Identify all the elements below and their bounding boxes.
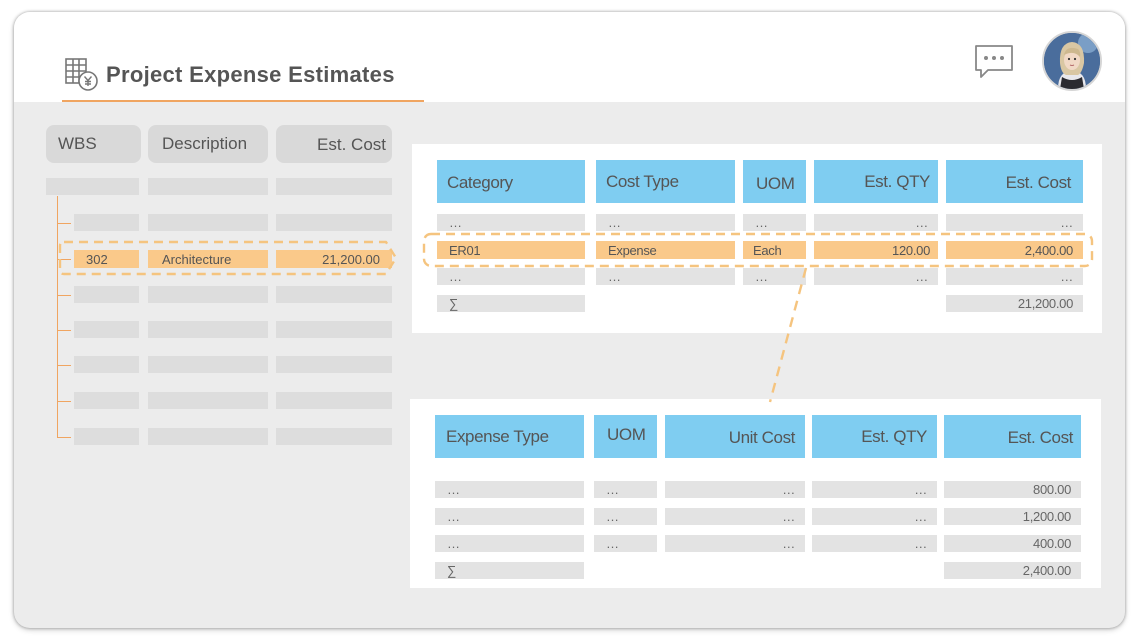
sum-icon: ∑ xyxy=(435,562,584,579)
cost-table-cell: … xyxy=(743,268,806,285)
wbs-row-cell xyxy=(276,392,392,409)
wbs-parent-cell xyxy=(46,178,139,195)
cost-table-cell: … xyxy=(437,268,585,285)
expense-table-cell: … xyxy=(594,508,657,525)
uom-column-header[interactable]: UOM xyxy=(743,160,806,203)
expense-table-cell: … xyxy=(594,535,657,552)
tree-branch xyxy=(57,223,71,224)
expense-table-cell: … xyxy=(435,535,584,552)
est-cost-column-header[interactable]: Est. Cost xyxy=(944,415,1081,458)
wbs-row-cell xyxy=(74,286,139,303)
avatar-portrait xyxy=(1044,33,1100,89)
wbs-row-cell xyxy=(74,392,139,409)
expense-table-cell: … xyxy=(812,508,937,525)
cost-table-cell: … xyxy=(596,268,735,285)
title-underline xyxy=(62,100,424,102)
selected-cost-est[interactable]: 2,400.00 xyxy=(946,241,1083,259)
est-qty-column-header[interactable]: Est. QTY xyxy=(812,415,937,458)
expense-type-column-header[interactable]: Expense Type xyxy=(435,415,584,458)
selected-cost-type[interactable]: Expense xyxy=(596,241,735,259)
wbs-row-cell xyxy=(148,356,268,373)
tree-branch xyxy=(57,295,71,296)
expense-table-cell: … xyxy=(665,508,805,525)
spreadsheet-yen-icon xyxy=(65,58,98,91)
est-cost-column-header[interactable]: Est. Cost xyxy=(946,160,1083,203)
wbs-row-cell xyxy=(276,428,392,445)
expense-total: 2,400.00 xyxy=(944,562,1081,579)
est-qty-column-header[interactable]: Est. QTY xyxy=(814,160,938,203)
wbs-row-cell xyxy=(148,286,268,303)
category-column-header[interactable]: Category xyxy=(437,160,585,203)
cost-table-cell: … xyxy=(946,268,1083,285)
wbs-parent-cell xyxy=(276,178,392,195)
selected-cost-qty[interactable]: 120.00 xyxy=(814,241,938,259)
cost-table-cell: … xyxy=(814,268,938,285)
sum-icon: ∑ xyxy=(437,295,585,312)
selected-cost-category[interactable]: ER01 xyxy=(437,241,585,259)
tree-branch xyxy=(57,330,71,331)
wbs-row-cell xyxy=(276,286,392,303)
wbs-row-cell xyxy=(148,428,268,445)
wbs-row-cell xyxy=(148,321,268,338)
expense-table-cell: 400.00 xyxy=(944,535,1081,552)
cost-table-cell: … xyxy=(743,214,806,231)
expense-table-cell: … xyxy=(435,481,584,498)
cost-category-card: Category Cost Type UOM Est. QTY Est. Cos… xyxy=(412,144,1102,333)
user-avatar[interactable] xyxy=(1042,31,1102,91)
description-column-header[interactable]: Description xyxy=(148,125,268,163)
wbs-row-cell xyxy=(74,321,139,338)
wbs-row-cell xyxy=(148,392,268,409)
expense-table-cell: … xyxy=(665,481,805,498)
expense-table-cell: 800.00 xyxy=(944,481,1081,498)
expense-table-cell: … xyxy=(812,535,937,552)
selected-wbs-code[interactable]: 302 xyxy=(74,250,139,268)
wbs-row-cell xyxy=(276,321,392,338)
selected-wbs-est-cost[interactable]: 21,200.00 xyxy=(276,250,392,268)
cost-table-cell: … xyxy=(946,214,1083,231)
selected-wbs-description[interactable]: Architecture xyxy=(148,250,268,268)
app-frame: Project Expense Estimates WBS Descriptio… xyxy=(14,12,1125,628)
wbs-row-cell xyxy=(148,214,268,231)
expense-detail-card: Expense Type UOM Unit Cost Est. QTY Est.… xyxy=(410,399,1101,588)
wbs-row-cell xyxy=(74,214,139,231)
wbs-row-cell xyxy=(74,356,139,373)
tree-branch xyxy=(57,259,71,260)
expense-table-cell: … xyxy=(665,535,805,552)
cost-type-column-header[interactable]: Cost Type xyxy=(596,160,735,203)
selected-cost-uom[interactable]: Each xyxy=(743,241,806,259)
unit-cost-column-header[interactable]: Unit Cost xyxy=(665,415,805,458)
expense-table-cell: … xyxy=(812,481,937,498)
expense-table-cell: … xyxy=(594,481,657,498)
wbs-row-cell xyxy=(276,214,392,231)
expense-table-cell: … xyxy=(435,508,584,525)
page-header: Project Expense Estimates xyxy=(14,12,1125,102)
expense-table-cell: 1,200.00 xyxy=(944,508,1081,525)
wbs-row-cell xyxy=(276,356,392,373)
wbs-column-header[interactable]: WBS xyxy=(46,125,141,163)
page-title: Project Expense Estimates xyxy=(106,62,395,87)
est-cost-column-header[interactable]: Est. Cost xyxy=(276,125,392,163)
wbs-parent-cell xyxy=(148,178,268,195)
cost-total: 21,200.00 xyxy=(946,295,1083,312)
tree-branch xyxy=(57,401,71,402)
tree-branch xyxy=(57,365,71,366)
cost-table-cell: … xyxy=(814,214,938,231)
tree-branch xyxy=(57,437,71,438)
uom-column-header[interactable]: UOM xyxy=(594,415,657,458)
cost-table-cell: … xyxy=(596,214,735,231)
cost-table-cell: … xyxy=(437,214,585,231)
chat-bubble-icon[interactable] xyxy=(974,44,1014,80)
wbs-row-cell xyxy=(74,428,139,445)
